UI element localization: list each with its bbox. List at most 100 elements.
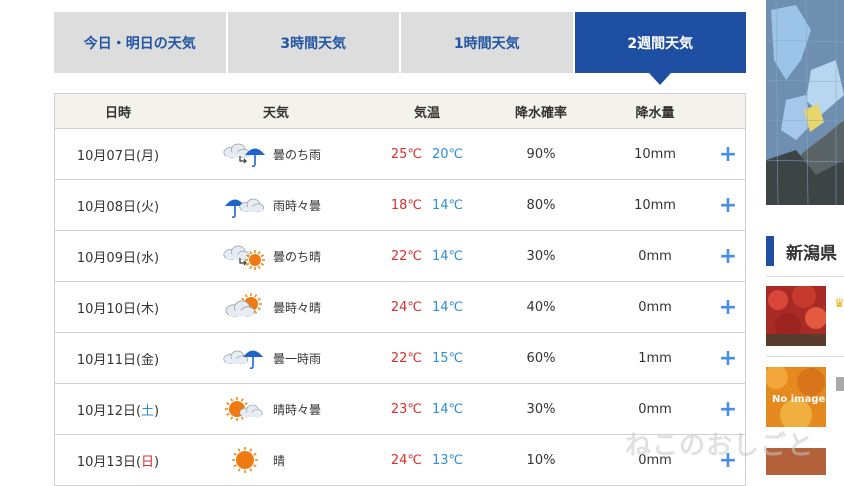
weather-cell: 晴 [181, 444, 371, 476]
day-of-week: 木 [141, 301, 155, 317]
precip-amount: 10mm [634, 146, 676, 162]
low-temp: 14℃ [432, 197, 464, 213]
expand-icon[interactable]: + [711, 193, 745, 218]
day-of-week: 水 [141, 250, 155, 266]
precip-prob: 40% [526, 299, 556, 315]
temp-cell: 22℃ 14℃ [371, 249, 483, 264]
high-temp: 24℃ [390, 452, 422, 468]
tab-1hour[interactable]: 1時間天気 [401, 12, 573, 73]
table-row[interactable]: 10月07日(月) 曇のち雨 25℃ 20℃ 90% 10mm + [55, 129, 745, 180]
precip-amount: 0mm [638, 299, 672, 315]
low-temp: 14℃ [432, 299, 464, 315]
day-of-week: 土 [141, 403, 155, 419]
high-temp: 22℃ [390, 248, 422, 264]
radar-map[interactable] [766, 0, 844, 205]
date-text: 10月12日( [76, 403, 142, 419]
date-cell: 10月12日(土) [55, 400, 181, 419]
low-temp: 14℃ [432, 248, 464, 264]
day-of-week: 月 [141, 148, 155, 164]
expand-icon[interactable]: + [711, 142, 745, 167]
cloudy-sometimes-sunny-icon [225, 293, 262, 317]
date-close: ) [154, 301, 160, 317]
sidebar-divider [766, 276, 844, 277]
precip-prob: 60% [526, 350, 556, 366]
precip-amount: 0mm [638, 401, 672, 417]
weather-label: 晴時々曇 [273, 402, 322, 417]
precip-prob: 80% [526, 197, 556, 213]
high-temp: 18℃ [390, 197, 422, 213]
header-prob: 降水確率 [514, 105, 567, 121]
date-cell: 10月07日(月) [55, 145, 181, 164]
no-image-text: No image [772, 394, 826, 405]
weather-label: 晴 [273, 453, 286, 468]
table-row[interactable]: 10月09日(水) 曇のち晴 22℃ 14℃ 30% 0mm + [55, 231, 745, 282]
high-temp: 22℃ [390, 350, 422, 366]
day-of-week: 金 [141, 352, 155, 368]
weather-cell: 曇のち雨 [181, 138, 371, 170]
sunny-sometimes-cloudy-icon [225, 397, 263, 421]
expand-icon[interactable]: + [711, 346, 745, 371]
date-cell: 10月08日(火) [55, 196, 181, 215]
weather-label: 曇のち雨 [273, 147, 322, 162]
precip-prob: 10% [526, 452, 556, 468]
low-temp: 15℃ [432, 350, 464, 366]
cloudy-then-rain-icon [223, 143, 265, 168]
radar-map-image [766, 0, 844, 205]
header-weather: 天気 [262, 105, 289, 121]
sidebar-title: 新潟県 [786, 244, 837, 264]
header-temp: 気温 [413, 105, 440, 121]
date-close: ) [154, 199, 160, 215]
crown-icon: ♛ [834, 296, 844, 310]
sidebar-thumbnail[interactable]: No image [766, 367, 826, 427]
date-close: ) [154, 403, 160, 419]
table-row[interactable]: 10月11日(金) 曇一時雨 22℃ 15℃ 60% 1mm + [55, 333, 745, 384]
cloudy-brief-rain-icon [223, 350, 263, 370]
table-header: 日時 天気 気温 降水確率 降水量 [55, 94, 745, 129]
header-date: 日時 [104, 105, 131, 121]
date-close: ) [154, 454, 160, 470]
weather-label: 曇のち晴 [273, 249, 322, 264]
temp-cell: 23℃ 14℃ [371, 402, 483, 417]
precip-amount: 10mm [634, 197, 676, 213]
expand-icon[interactable]: + [711, 295, 745, 320]
forecast-panel: 今日・明日の天気 3時間天気 1時間天気 2週間天気 日時 天気 気温 降水確率… [54, 12, 746, 486]
badge-icon [836, 377, 844, 391]
weather-cell: 晴時々曇 [181, 393, 371, 425]
date-text: 10月08日( [76, 199, 142, 215]
date-cell: 10月10日(木) [55, 298, 181, 317]
precip-prob: 30% [526, 401, 556, 417]
date-cell: 10月11日(金) [55, 349, 181, 368]
expand-icon[interactable]: + [711, 397, 745, 422]
high-temp: 23℃ [390, 401, 422, 417]
weather-label: 雨時々曇 [273, 198, 322, 213]
table-row[interactable]: 10月10日(木) 曇時々晴 24℃ 14℃ 40% 0mm + [55, 282, 745, 333]
weather-cell: 雨時々曇 [181, 189, 371, 221]
header-amount: 降水量 [635, 105, 675, 121]
day-of-week: 火 [141, 199, 155, 215]
precip-amount: 1mm [638, 350, 672, 366]
low-temp: 13℃ [432, 452, 464, 468]
temp-cell: 18℃ 14℃ [371, 198, 483, 213]
precip-amount: 0mm [638, 248, 672, 264]
temp-cell: 25℃ 20℃ [371, 147, 483, 162]
sidebar-thumbnail[interactable] [766, 286, 826, 346]
tab-today-tomorrow[interactable]: 今日・明日の天気 [54, 12, 226, 73]
weather-label: 曇時々晴 [273, 300, 322, 315]
day-of-week: 日 [141, 454, 155, 470]
low-temp: 14℃ [432, 401, 464, 417]
temp-cell: 24℃ 14℃ [371, 300, 483, 315]
date-cell: 10月09日(水) [55, 247, 181, 266]
date-text: 10月10日( [76, 301, 142, 317]
date-text: 10月07日( [76, 148, 142, 164]
date-text: 10月11日( [76, 352, 142, 368]
temp-cell: 22℃ 15℃ [371, 351, 483, 366]
sunny-icon [232, 447, 258, 473]
weather-cell: 曇時々晴 [181, 291, 371, 323]
tab-3hour[interactable]: 3時間天気 [227, 12, 399, 73]
expand-icon[interactable]: + [711, 244, 745, 269]
weather-cell: 曇のち晴 [181, 240, 371, 272]
tab-2week[interactable]: 2週間天気 [574, 12, 746, 85]
high-temp: 25℃ [390, 146, 422, 162]
table-row[interactable]: 10月08日(火) 雨時々曇 18℃ 14℃ 80% 10mm + [55, 180, 745, 231]
date-close: ) [154, 352, 160, 368]
